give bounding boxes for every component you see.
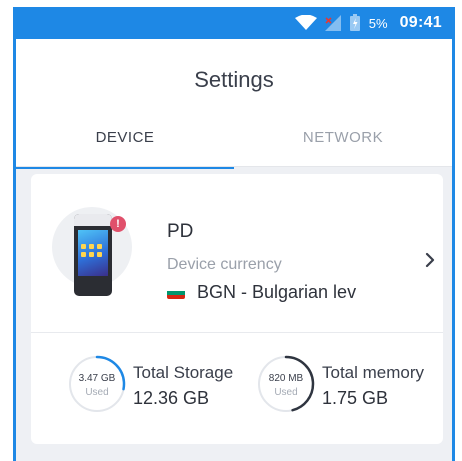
status-bar: 5% 09:41 xyxy=(16,7,452,39)
device-currency-value: BGN - Bulgarian lev xyxy=(197,282,357,302)
storage-used-label: Used xyxy=(85,387,109,398)
bulgaria-flag-icon xyxy=(167,287,185,299)
storage-stat: 3.47 GB Used Total Storage 12.36 GB xyxy=(67,354,247,424)
tab-divider xyxy=(16,166,452,167)
app-frame: 5% 09:41 Settings DEVICE NETWORK ! PD De… xyxy=(13,7,455,461)
device-card: ! PD Device currency BGN - Bulgarian lev… xyxy=(31,174,443,444)
card-divider xyxy=(31,332,443,333)
device-currency-label: Device currency xyxy=(167,256,282,273)
storage-gauge xyxy=(68,355,126,413)
chevron-right-icon[interactable] xyxy=(424,252,436,268)
payment-terminal-image xyxy=(74,214,112,296)
tab-device[interactable]: DEVICE xyxy=(16,125,234,169)
tab-network[interactable]: NETWORK xyxy=(234,125,452,167)
storage-title: Total Storage xyxy=(133,363,234,382)
settings-tabs: DEVICE NETWORK xyxy=(16,125,452,169)
memory-used-value: 820 MB xyxy=(268,373,304,384)
signal-icon xyxy=(323,14,343,32)
memory-used-label: Used xyxy=(274,387,298,398)
battery-icon xyxy=(349,14,361,32)
battery-percentage: 5% xyxy=(368,15,388,31)
memory-gauge xyxy=(257,355,315,413)
memory-stat: 820 MB Used Total memory 1.75 GB xyxy=(256,354,446,424)
status-clock: 09:41 xyxy=(399,14,442,31)
alert-badge: ! xyxy=(110,216,126,232)
device-name: PD xyxy=(167,221,194,242)
storage-used-value: 3.47 GB xyxy=(78,373,116,384)
wifi-icon xyxy=(294,15,317,31)
memory-total: 1.75 GB xyxy=(322,388,389,408)
memory-title: Total memory xyxy=(322,363,425,382)
storage-total: 12.36 GB xyxy=(133,388,210,408)
page-title: Settings xyxy=(194,67,274,92)
settings-header: Settings DEVICE NETWORK xyxy=(16,39,452,169)
device-info-row[interactable]: ! PD Device currency BGN - Bulgarian lev xyxy=(31,174,443,332)
